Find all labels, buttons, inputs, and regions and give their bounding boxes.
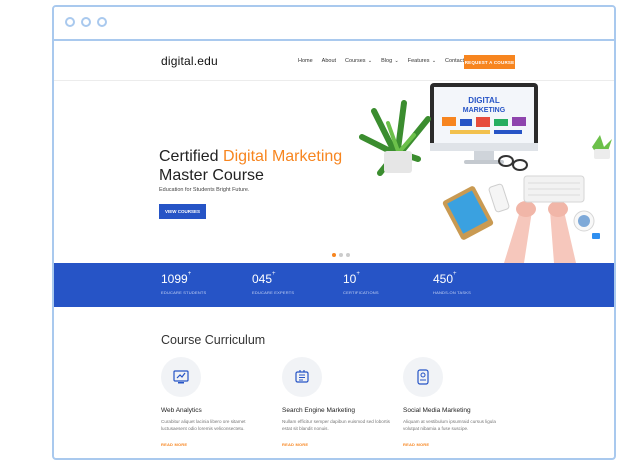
course-card-web-analytics: Web Analytics Curabitur aliquet lacinia … [161,357,271,447]
read-more-link[interactable]: READ MORE [161,442,271,447]
slider-dot[interactable] [339,253,343,257]
website: digital.edu Home About Courses ⌄ Blog ⌄ … [54,43,614,458]
hero-section: Certified Digital Marketing Master Cours… [54,81,614,263]
nav-item-courses[interactable]: Courses ⌄ [345,58,372,64]
slider-pagination [332,253,350,257]
main-nav: Home About Courses ⌄ Blog ⌄ Features ⌄ C… [298,58,464,64]
hero-illustration: DIGITAL MARKETING [359,83,612,263]
hands-icon [504,201,576,263]
course-name[interactable]: Search Engine Marketing [282,407,392,414]
stat-certifications: 10+ CERTIFICATIONS [343,271,379,295]
nav-item-features[interactable]: Features ⌄ [408,58,436,64]
nav-item-contact[interactable]: Contact [445,58,464,64]
monitor-text-line2: MARKETING [463,107,506,114]
read-more-link[interactable]: READ MORE [282,442,392,447]
stat-tasks: 450+ HANDS-ON TASKS [433,271,471,295]
analytics-icon [161,357,201,397]
search-engine-icon [282,357,322,397]
nav-item-about[interactable]: About [322,58,336,64]
section-title: Course Curriculum [161,333,266,347]
slider-dot[interactable] [346,253,350,257]
course-description: Nullam efficitur semper dapibun euismod … [282,419,390,431]
hero-title-highlight: Digital Marketing [223,148,343,165]
succulent-icon [592,135,612,159]
hero-title: Certified Digital Marketing Master Cours… [159,148,343,184]
plant-icon [359,100,431,176]
read-more-link[interactable]: READ MORE [403,442,513,447]
chevron-down-icon: ⌄ [393,58,399,64]
course-card-search-engine-marketing: Search Engine Marketing Nullam efficitur… [282,357,392,447]
site-logo[interactable]: digital.edu [161,54,218,68]
stat-students: 1099+ EDUCARE STUDENTS [161,271,207,295]
browser-chrome [54,7,614,41]
coffee-cup-icon [573,210,600,239]
hero-subtitle: Education for Students Bright Future. [159,187,250,193]
request-course-button[interactable]: REQUEST A COURSE [464,55,515,69]
course-name[interactable]: Social Media Marketing [403,407,513,414]
phone-icon [488,183,510,213]
slider-dot[interactable] [332,253,336,257]
social-media-icon [403,357,443,397]
browser-frame: digital.edu Home About Courses ⌄ Blog ⌄ … [52,5,616,460]
course-curriculum-section: Course Curriculum Web Analytics Curabitu… [54,307,614,458]
stat-experts: 045+ EDUCARE EXPERTS [252,271,295,295]
nav-item-blog[interactable]: Blog ⌄ [381,58,399,64]
course-name[interactable]: Web Analytics [161,407,271,414]
monitor-text-line1: DIGITAL [468,96,500,105]
course-description: Aliquam at vestibulum ipsumraid cursus l… [403,419,496,431]
view-courses-button[interactable]: VIEW COURSES [159,204,206,219]
keyboard-icon [523,175,585,203]
site-header: digital.edu Home About Courses ⌄ Blog ⌄ … [54,43,614,81]
window-dot-icon[interactable] [65,17,75,27]
chevron-down-icon: ⌄ [430,58,437,64]
course-description: Curabitur aliquet lacinia libero ore sit… [161,419,246,431]
course-card-social-media-marketing: Social Media Marketing Aliquam at vestib… [403,357,513,447]
window-dot-icon[interactable] [97,17,107,27]
window-dot-icon[interactable] [81,17,91,27]
notebook-icon [442,186,494,240]
stats-bar: 1099+ EDUCARE STUDENTS 045+ EDUCARE EXPE… [54,263,614,307]
monitor-icon: DIGITAL MARKETING [430,83,538,164]
nav-item-home[interactable]: Home [298,58,313,64]
chevron-down-icon: ⌄ [366,58,373,64]
